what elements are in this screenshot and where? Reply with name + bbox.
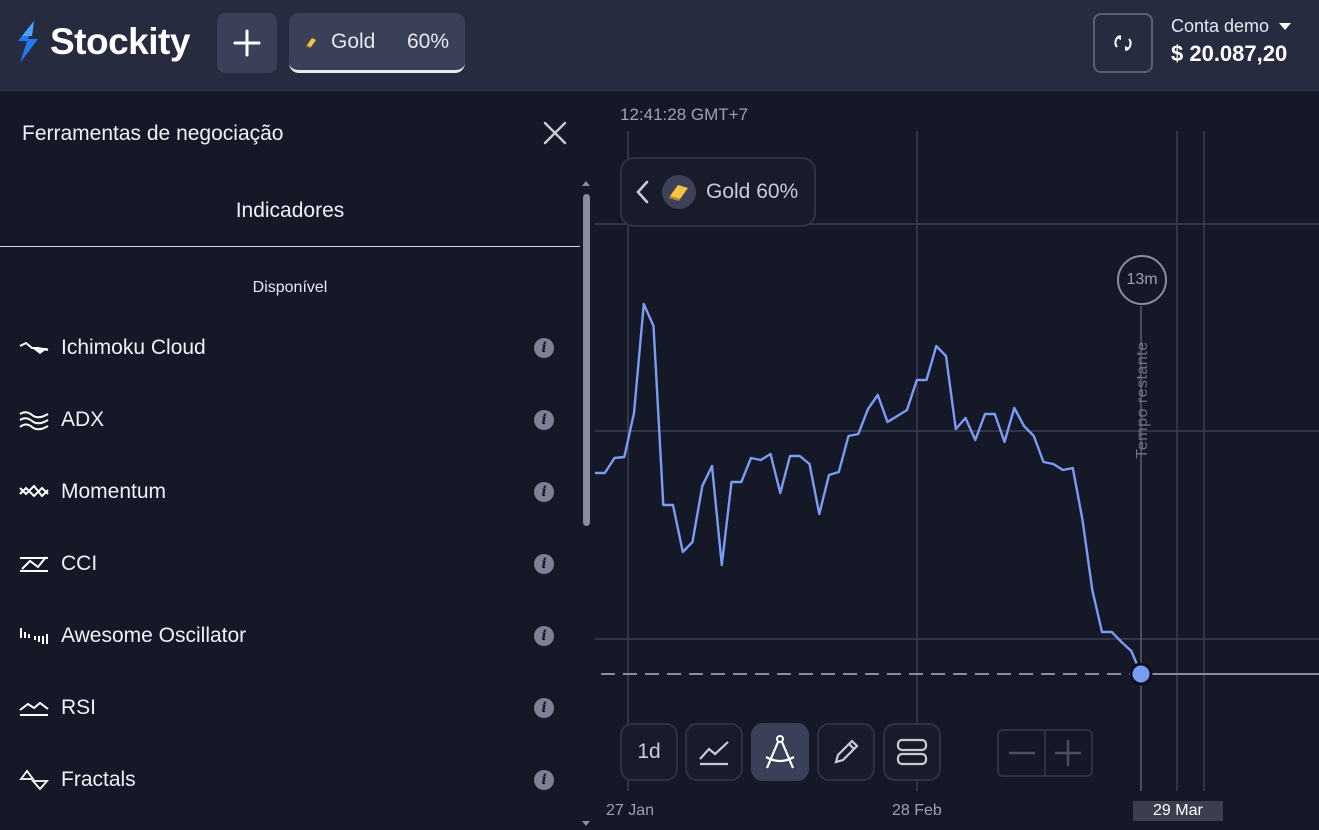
indicator-item-awesome-oscillator[interactable]: Awesome Oscillator i xyxy=(0,616,580,656)
x-axis-label: 28 Feb xyxy=(892,802,942,819)
awesome-oscillator-icon xyxy=(20,628,48,644)
refresh-balance-button[interactable] xyxy=(1093,13,1153,73)
x-axis-label: 27 Jan xyxy=(606,802,655,819)
gold-bar-icon xyxy=(669,185,688,201)
indicator-label: CCI xyxy=(61,552,98,575)
price-chart[interactable]: 12:41:28 GMT+7 Gold 60% 13m Tempo restan… xyxy=(595,91,1319,830)
info-icon[interactable]: i xyxy=(534,770,554,790)
stockity-logo-icon xyxy=(18,21,38,63)
gold-bar-icon xyxy=(306,37,316,48)
plus-icon xyxy=(233,29,261,57)
chart-asset-chip[interactable]: Gold 60% xyxy=(620,157,816,227)
trading-tools-panel: Ferramentas de negociação Indicadores Di… xyxy=(0,91,595,830)
gold-asset-icon xyxy=(662,175,696,209)
add-asset-button[interactable] xyxy=(217,13,277,73)
info-icon[interactable]: i xyxy=(534,338,554,358)
account-switcher[interactable]: Conta demo $ 20.087,20 xyxy=(1171,16,1292,67)
close-panel-button[interactable] xyxy=(541,119,569,147)
current-price-point[interactable] xyxy=(1129,662,1153,686)
indicator-label: Momentum xyxy=(61,480,167,503)
price-series-line xyxy=(595,302,1143,675)
layout-icon xyxy=(896,738,928,766)
close-icon xyxy=(543,121,567,145)
asset-tab-gold[interactable]: Gold 60% xyxy=(289,13,465,73)
scroll-down-icon[interactable] xyxy=(582,821,590,826)
panel-title: Ferramentas de negociação xyxy=(22,122,284,145)
refresh-icon xyxy=(1114,35,1132,51)
asset-tab-payout: 60% xyxy=(406,29,449,53)
chevron-left-icon[interactable] xyxy=(634,179,650,205)
zoom-in-button[interactable] xyxy=(1046,731,1091,775)
caret-down-icon xyxy=(1279,23,1292,30)
info-icon[interactable]: i xyxy=(534,626,554,646)
momentum-icon xyxy=(19,484,49,498)
asset-tab-name: Gold xyxy=(331,29,376,53)
x-axis-label-current: 29 Mar xyxy=(1133,801,1223,821)
indicator-item-rsi[interactable]: RSI i xyxy=(0,688,580,728)
adx-icon xyxy=(19,411,49,431)
zoom-out-button[interactable] xyxy=(999,731,1044,775)
section-available: Disponível xyxy=(252,279,328,296)
indicator-item-ichimoku[interactable]: Ichimoku Cloud i xyxy=(0,328,580,368)
compass-icon xyxy=(765,735,795,769)
chart-grid xyxy=(595,131,1319,791)
cci-icon xyxy=(20,556,48,572)
indicator-label: ADX xyxy=(61,408,105,431)
drawing-tools-button[interactable] xyxy=(817,723,875,781)
tab-indicators[interactable]: Indicadores xyxy=(0,183,580,247)
info-icon[interactable]: i xyxy=(534,554,554,574)
account-balance: $ 20.087,20 xyxy=(1171,41,1288,66)
brand-name: Stockity xyxy=(50,21,190,62)
account-type[interactable]: Conta demo xyxy=(1171,16,1292,37)
info-icon[interactable]: i xyxy=(534,698,554,718)
plus-icon xyxy=(1055,740,1082,766)
minus-icon xyxy=(1008,751,1035,755)
chart-asset-label: Gold 60% xyxy=(706,180,799,203)
indicators-button[interactable] xyxy=(751,723,809,781)
account-type-label: Conta demo xyxy=(1171,16,1270,36)
scroll-up-icon[interactable] xyxy=(582,181,590,186)
ichimoku-icon xyxy=(19,341,49,354)
layout-button[interactable] xyxy=(883,723,941,781)
panel-scrollbar-thumb[interactable] xyxy=(583,194,590,526)
pencil-icon xyxy=(834,739,859,764)
indicator-item-cci[interactable]: CCI i xyxy=(0,544,580,584)
server-clock: 12:41:28 GMT+7 xyxy=(620,105,749,124)
brand-logo[interactable]: Stockity xyxy=(12,18,190,66)
info-icon[interactable]: i xyxy=(534,482,554,502)
zoom-control xyxy=(997,729,1093,777)
line-chart-icon xyxy=(699,741,729,766)
expiry-timer: 13m xyxy=(1117,255,1167,305)
fractals-icon xyxy=(19,769,49,791)
timeframe-button[interactable]: 1d xyxy=(620,723,678,781)
info-icon[interactable]: i xyxy=(534,410,554,430)
indicator-item-momentum[interactable]: Momentum i xyxy=(0,472,580,512)
indicator-item-adx[interactable]: ADX i xyxy=(0,400,580,440)
indicator-label: Awesome Oscillator xyxy=(61,624,247,647)
indicator-label: Fractals xyxy=(61,768,136,791)
time-remaining-label: Tempo restante xyxy=(1134,341,1151,459)
indicator-item-fractals[interactable]: Fractals i xyxy=(0,760,580,800)
indicator-label: RSI xyxy=(61,696,97,719)
indicator-label: Ichimoku Cloud xyxy=(61,336,206,359)
top-bar: Stockity Gold 60% Conta demo $ 20.087,20 xyxy=(0,0,1319,91)
rsi-icon xyxy=(19,701,49,716)
chart-type-button[interactable] xyxy=(685,723,743,781)
